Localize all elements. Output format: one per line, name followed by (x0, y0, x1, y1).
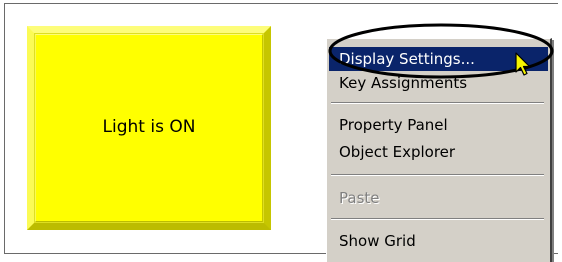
menu-item-object-explorer[interactable]: Object Explorer (329, 140, 548, 164)
light-status-label: Light is ON (102, 117, 196, 137)
menu-item-paste: Paste (339, 189, 380, 207)
menu-separator (331, 174, 544, 176)
arrow-cursor-icon (515, 52, 531, 76)
menu-item-show-grid[interactable]: Show Grid (329, 229, 548, 253)
light-indicator[interactable]: Light is ON (27, 26, 271, 230)
menu-separator (331, 218, 544, 220)
menu-item-property-panel[interactable]: Property Panel (329, 113, 548, 137)
menu-separator (331, 102, 544, 104)
